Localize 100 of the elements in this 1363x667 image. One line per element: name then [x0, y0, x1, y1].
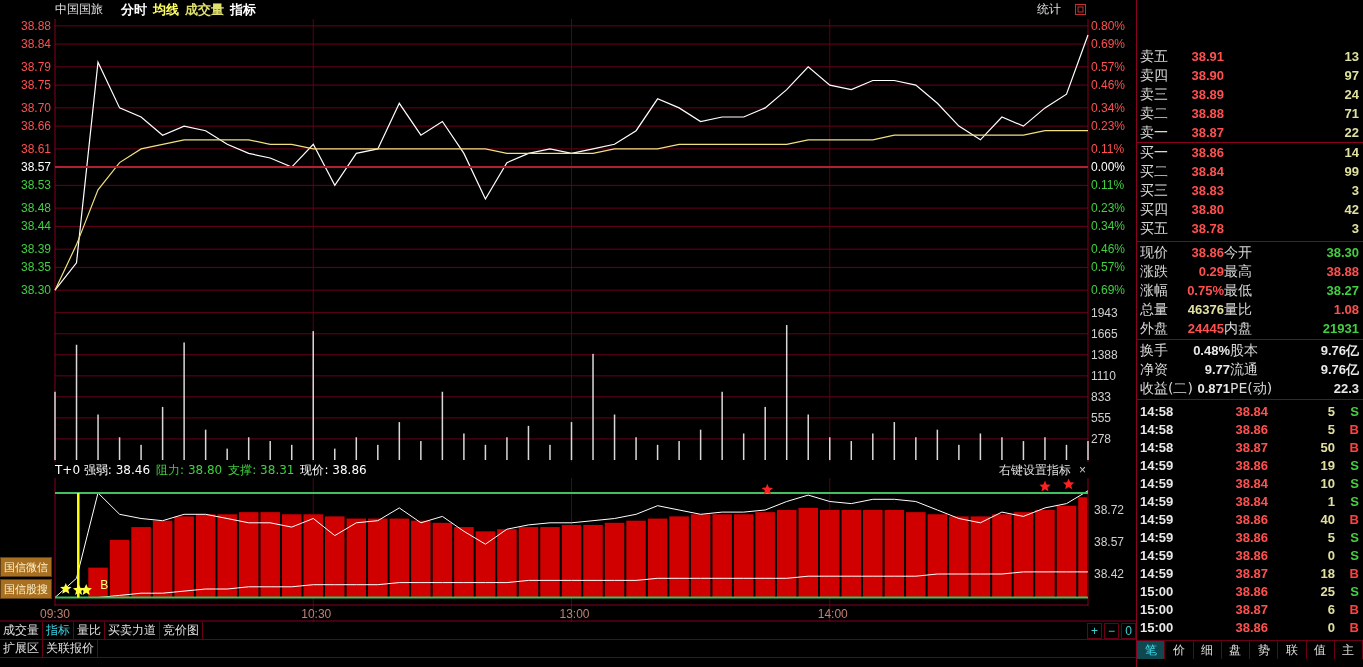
panel-tab[interactable]: 笔: [1137, 641, 1166, 659]
trade-price: 38.86: [1234, 547, 1268, 563]
star-icon: [761, 483, 773, 495]
order-price: 38.89: [1190, 87, 1224, 102]
panel-tab[interactable]: 关联报价: [43, 640, 98, 657]
trade-price: 38.86: [1234, 583, 1268, 599]
trade-side: S: [1349, 547, 1359, 563]
volume-bar: [979, 433, 982, 460]
indicator-settings-label[interactable]: 右键设置指标: [999, 461, 1071, 479]
order-level-label: 买一: [1140, 143, 1169, 162]
volume-axis-label: 833: [1091, 389, 1112, 404]
stat-label: 涨幅: [1140, 281, 1169, 300]
close-button[interactable]: ×: [1077, 464, 1088, 476]
percent-axis-label: 0.34%: [1091, 219, 1126, 234]
volume-bar: [570, 422, 573, 460]
stat-value: 38.86: [1190, 245, 1224, 260]
chart-legend-label[interactable]: 指标: [230, 0, 256, 19]
shortcut-button[interactable]: 国信股搜: [0, 579, 52, 599]
chart-legend-label[interactable]: 分时: [121, 0, 147, 19]
order-volume: 71: [1343, 106, 1359, 121]
trade-side: S: [1349, 403, 1359, 419]
percent-axis-label: 0.23%: [1091, 201, 1126, 216]
indicator-value: 阻力: 38.80: [156, 461, 223, 479]
volume-bar: [699, 429, 702, 460]
price-axis-label: 38.44: [20, 219, 51, 234]
trade-time: 15:00: [1140, 583, 1175, 599]
order-level-label: 卖五: [1140, 47, 1169, 66]
indicator-value: 现价: 38.86: [300, 461, 367, 479]
volume-axis-label: 1665: [1091, 326, 1118, 341]
chart-tab[interactable]: 买卖力道: [105, 622, 160, 639]
stat-label: 最低: [1224, 281, 1253, 300]
trade-volume: 19: [1319, 457, 1335, 473]
percent-axis-label: 0.11%: [1091, 178, 1125, 193]
zoom-button[interactable]: +: [1087, 622, 1102, 639]
zoom-button[interactable]: 0: [1121, 622, 1136, 639]
trade-time: 14:59: [1140, 457, 1175, 473]
stat-label: 股本: [1230, 341, 1259, 360]
volume-axis-label: 278: [1091, 431, 1112, 446]
zoom-button[interactable]: −: [1104, 622, 1119, 639]
indicator-axis-label: 38.42: [1094, 567, 1125, 582]
trade-price: 38.84: [1234, 475, 1268, 491]
percent-axis-label: 0.69%: [1091, 283, 1126, 298]
volume-bar: [118, 437, 121, 460]
volume-bar: [161, 406, 164, 460]
volume-bar: [247, 437, 250, 460]
star-icon: [60, 583, 72, 594]
volume-bar: [936, 429, 939, 460]
trade-volume: 1: [1326, 493, 1335, 509]
volume-axis-label: 1943: [1091, 305, 1118, 320]
indicator-bar: [497, 529, 517, 598]
price-axis-label: 38.30: [20, 283, 51, 298]
time-axis-label: 13:00: [559, 607, 590, 621]
stock-title: 中国国旅: [55, 1, 103, 18]
volume-bar: [742, 433, 745, 460]
shortcut-button[interactable]: 国信微信: [0, 557, 52, 577]
restore-icon[interactable]: [1075, 4, 1086, 15]
trade-side: S: [1349, 457, 1359, 473]
stat-value: 38.27: [1325, 283, 1359, 298]
stats-button[interactable]: 统计: [1037, 1, 1061, 18]
price-axis-label: 38.88: [20, 18, 51, 33]
percent-axis-label: 0.80%: [1091, 18, 1126, 33]
panel-tab[interactable]: 扩展区: [0, 640, 43, 657]
indicator-bar: [131, 527, 151, 598]
trade-side: B: [1348, 601, 1359, 617]
percent-axis-label: 0.57%: [1091, 59, 1126, 74]
trade-side: S: [1349, 529, 1359, 545]
order-level-label: 买四: [1140, 200, 1169, 219]
stat-label: 总量: [1140, 300, 1169, 319]
price-axis-label: 38.61: [20, 141, 51, 156]
volume-bar: [893, 422, 896, 460]
stat-value: 9.76亿: [1319, 341, 1359, 360]
order-price: 38.91: [1190, 49, 1224, 64]
chart-tab[interactable]: 成交量: [0, 622, 43, 639]
trade-volume: 0: [1326, 619, 1335, 635]
price-axis-label: 38.35: [20, 260, 51, 275]
stat-value: 21931: [1321, 321, 1359, 336]
indicator-axis-label: 38.72: [1094, 503, 1125, 517]
trade-volume: 5: [1326, 529, 1335, 545]
trade-volume: 5: [1326, 403, 1335, 419]
stat-label: 收益(二): [1140, 379, 1190, 398]
indicator-bar: [540, 527, 560, 598]
trade-volume: 5: [1326, 421, 1335, 437]
chart-legend-label[interactable]: 均线: [153, 0, 179, 19]
stat-value: 38.30: [1325, 245, 1359, 260]
order-price: 38.86: [1190, 145, 1224, 160]
percent-axis-label: 0.11%: [1091, 141, 1125, 156]
chart-tab[interactable]: 量比: [74, 622, 105, 639]
volume-axis-label: 1110: [1091, 368, 1116, 383]
order-volume: 99: [1343, 164, 1359, 179]
trade-time: 15:00: [1140, 619, 1175, 635]
stat-value: 24445: [1186, 321, 1224, 336]
chart-legend-label[interactable]: 成交量: [185, 0, 224, 19]
trade-price: 38.86: [1234, 511, 1268, 527]
chart-tab[interactable]: 指标: [43, 622, 74, 639]
trade-time: 14:59: [1140, 565, 1175, 581]
order-volume: 3: [1350, 183, 1359, 198]
trade-price: 38.86: [1234, 457, 1268, 473]
chart-tab[interactable]: 竞价图: [160, 622, 203, 639]
trade-time: 14:59: [1140, 529, 1175, 545]
trade-volume: 18: [1319, 565, 1335, 581]
